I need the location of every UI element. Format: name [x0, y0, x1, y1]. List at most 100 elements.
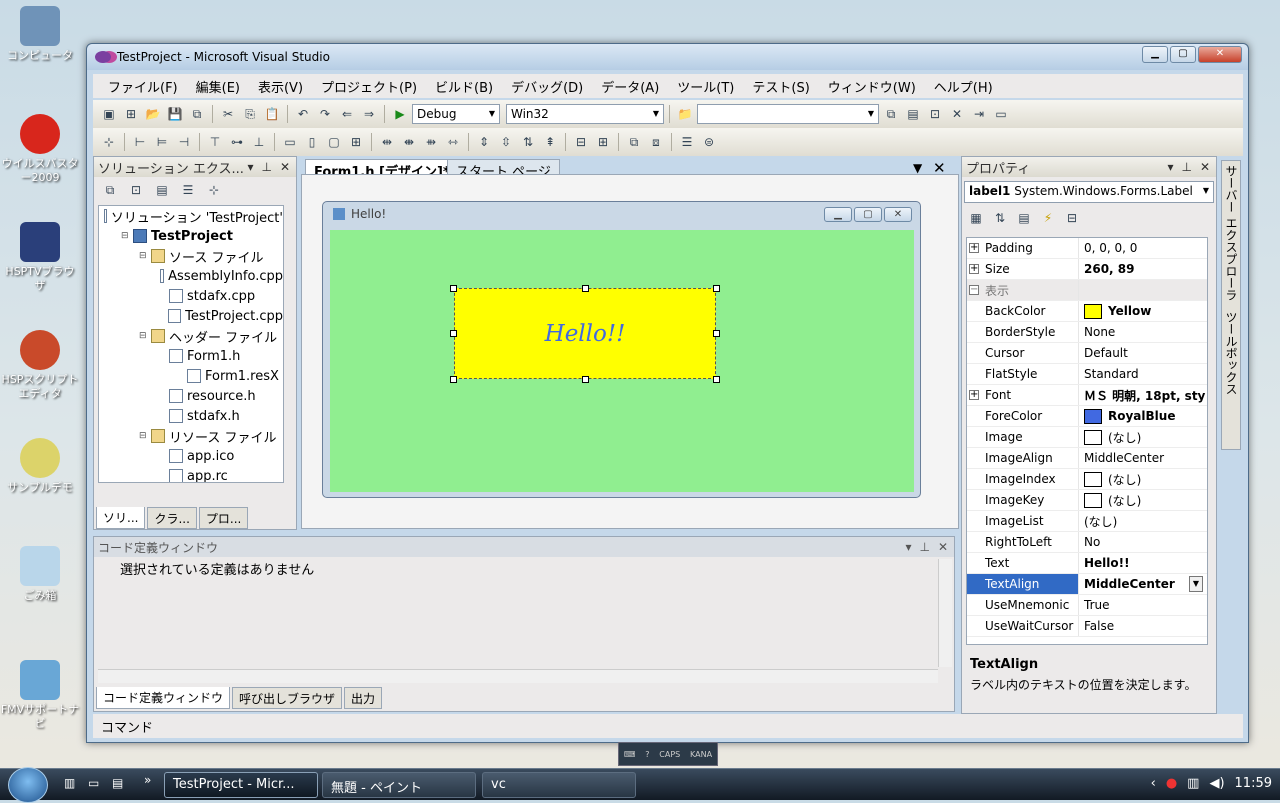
show-all-files-icon[interactable]: ⊡	[126, 181, 146, 199]
class-diagram-icon[interactable]: ⊹	[204, 181, 224, 199]
property-value[interactable]: MiddleCenter	[1079, 451, 1207, 465]
close-icon[interactable]: ✕	[280, 160, 290, 174]
property-row[interactable]: + Size 260, 89	[967, 259, 1207, 280]
navigate-forward-icon[interactable]: ⇒	[359, 105, 379, 123]
taskbar-item-visual-studio[interactable]: TestProject - Micr...	[164, 772, 318, 798]
property-value[interactable]: False	[1079, 619, 1207, 633]
resize-handle[interactable]	[713, 285, 720, 292]
open-file-icon[interactable]: 📂	[143, 105, 163, 123]
taskbar-item-paint[interactable]: 無題 - ペイント	[322, 772, 476, 798]
command-bar[interactable]: コマンド	[93, 714, 1243, 738]
label1-control[interactable]: Hello!!	[454, 288, 716, 379]
tab-class-view[interactable]: クラ...	[147, 507, 197, 529]
pin-icon[interactable]: ⊥	[1181, 160, 1191, 174]
menu-view[interactable]: 表示(V)	[249, 77, 312, 96]
property-value[interactable]: True	[1079, 598, 1207, 612]
center-horizontally-icon[interactable]: ⊟	[571, 133, 591, 151]
save-icon[interactable]: 💾	[165, 105, 185, 123]
tree-item[interactable]: resource.h	[99, 386, 283, 406]
property-value[interactable]: 0, 0, 0, 0	[1079, 241, 1207, 255]
property-row[interactable]: TextAlign MiddleCenter ▼	[967, 574, 1207, 595]
align-middles-icon[interactable]: ⊶	[227, 133, 247, 151]
network-icon[interactable]: ▥	[1187, 776, 1199, 791]
clock[interactable]: 11:59	[1235, 776, 1272, 791]
property-row[interactable]: UseMnemonic True	[967, 595, 1207, 616]
volume-icon[interactable]: ◀)	[1209, 776, 1224, 791]
pin-icon[interactable]: ⊥	[919, 540, 929, 554]
tree-item[interactable]: AssemblyInfo.cpp	[99, 266, 283, 286]
maximize-button[interactable]: ▢	[1170, 46, 1196, 63]
cut-icon[interactable]: ✂	[218, 105, 238, 123]
resize-handle[interactable]	[582, 376, 589, 383]
paste-icon[interactable]: 📋	[262, 105, 282, 123]
center-vertically-icon[interactable]: ⊞	[593, 133, 613, 151]
switch-windows-icon[interactable]: ▤	[112, 776, 123, 790]
config-select[interactable]: Debug ▼	[412, 104, 500, 124]
desktop-icon-hsptv[interactable]: HSPTVブラウザ	[0, 222, 80, 293]
pin-icon[interactable]: ⊥	[261, 160, 271, 174]
property-row[interactable]: FlatStyle Standard	[967, 364, 1207, 385]
desktop-icon-hsp-editor[interactable]: HSPスクリプトエディタ	[0, 330, 80, 401]
expand-collapse-icon[interactable]: ⊟	[139, 251, 151, 261]
tree-item[interactable]: ⊟ ヘッダー ファイル	[99, 326, 283, 346]
virusbuster-tray-icon[interactable]: ●	[1166, 776, 1177, 791]
tree-item[interactable]: app.ico	[99, 446, 283, 466]
resize-handle[interactable]	[713, 330, 720, 337]
quick-launch-icon[interactable]: ▥	[64, 776, 75, 790]
resize-handle[interactable]	[713, 376, 720, 383]
expand-collapse-icon[interactable]: ⊟	[121, 231, 133, 241]
minimize-button[interactable]: ▁	[1142, 46, 1168, 63]
resize-handle[interactable]	[450, 285, 457, 292]
help-icon[interactable]: ?	[645, 750, 649, 759]
property-value[interactable]: (なし)	[1079, 513, 1207, 530]
menu-help[interactable]: ヘルプ(H)	[925, 77, 1002, 96]
menu-project[interactable]: プロジェクト(P)	[312, 77, 426, 96]
remove-vertical-spacing-icon[interactable]: ⇞	[540, 133, 560, 151]
command-window-icon[interactable]: ▭	[991, 105, 1011, 123]
close-button[interactable]: ✕	[1198, 46, 1242, 63]
horizontal-scrollbar[interactable]	[98, 669, 938, 683]
make-same-size-icon[interactable]: ▢	[324, 133, 344, 151]
align-tops-icon[interactable]: ⊤	[205, 133, 225, 151]
property-row[interactable]: Image (なし)	[967, 427, 1207, 448]
menu-edit[interactable]: 編集(E)	[187, 77, 249, 96]
property-row[interactable]: ImageKey (なし)	[967, 490, 1207, 511]
add-item-icon[interactable]: ⊞	[121, 105, 141, 123]
property-row[interactable]: + Font ＭＳ 明朝, 18pt, sty	[967, 385, 1207, 406]
property-value[interactable]: 260, 89	[1079, 262, 1207, 276]
vertical-scrollbar[interactable]	[938, 559, 952, 667]
solution-explorer-icon[interactable]: ⧉	[881, 105, 901, 123]
quick-launch-more-icon[interactable]: »	[144, 773, 151, 787]
property-row[interactable]: Cursor Default	[967, 343, 1207, 364]
resize-handle[interactable]	[450, 330, 457, 337]
refresh-icon[interactable]: ▤	[152, 181, 172, 199]
alphabetical-icon[interactable]: ⇅	[990, 209, 1010, 227]
property-value[interactable]: Hello!!	[1079, 556, 1207, 570]
tab-solution-explorer[interactable]: ソリ...	[96, 507, 146, 529]
tab-toolbox[interactable]: ツールボックス	[1222, 311, 1240, 395]
tree-item[interactable]: TestProject.cpp	[99, 306, 283, 326]
new-project-icon[interactable]: ▣	[99, 105, 119, 123]
property-row[interactable]: − 表示	[967, 280, 1207, 301]
view-code-icon[interactable]: ☰	[178, 181, 198, 199]
property-value[interactable]: RoyalBlue	[1079, 408, 1207, 424]
property-value[interactable]: (なし)	[1079, 492, 1207, 509]
property-value[interactable]: Standard	[1079, 367, 1207, 381]
show-properties-icon[interactable]: ⧉	[100, 181, 120, 199]
window-titlebar[interactable]: TestProject - Microsoft Visual Studio ▁ …	[87, 44, 1248, 70]
property-row[interactable]: ImageList (なし)	[967, 511, 1207, 532]
menu-window[interactable]: ウィンドウ(W)	[819, 77, 925, 96]
tree-item[interactable]: ソリューション 'TestProject'	[99, 206, 283, 226]
property-value[interactable]: Default	[1079, 346, 1207, 360]
expand-collapse-icon[interactable]: ⊟	[139, 431, 151, 441]
desktop-icon-recycle-bin[interactable]: ごみ箱	[0, 546, 80, 603]
horizontal-spacing-icon[interactable]: ⇹	[377, 133, 397, 151]
vertical-spacing-icon[interactable]: ⇕	[474, 133, 494, 151]
dropdown-arrow-icon[interactable]: ▾	[1167, 160, 1173, 174]
tree-item[interactable]: ⊟ ソース ファイル	[99, 246, 283, 266]
redo-icon[interactable]: ↷	[315, 105, 335, 123]
expand-collapse-icon[interactable]: ⊟	[139, 331, 151, 341]
save-all-icon[interactable]: ⧉	[187, 105, 207, 123]
properties-icon[interactable]: ▤	[1014, 209, 1034, 227]
object-browser-icon[interactable]: ⊡	[925, 105, 945, 123]
